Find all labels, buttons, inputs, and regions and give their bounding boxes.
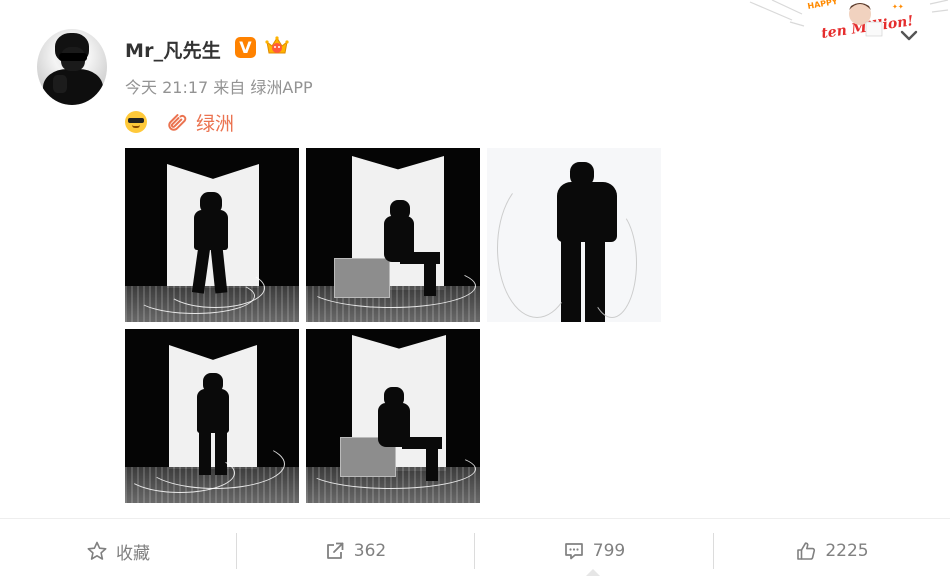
chevron-down-icon[interactable]: [899, 25, 919, 45]
share-icon: [326, 542, 344, 559]
avatar[interactable]: [37, 29, 107, 105]
post-image-2[interactable]: [306, 148, 480, 322]
avatar-body: [43, 69, 103, 105]
repost-button[interactable]: 362: [237, 536, 473, 566]
repost-count: 362: [353, 541, 387, 561]
member-crown-icon[interactable]: [264, 33, 290, 59]
avatar-sunglasses: [59, 53, 87, 61]
post-image-1[interactable]: [125, 148, 299, 322]
username[interactable]: Mr_凡先生: [125, 36, 221, 63]
post-image-5[interactable]: [306, 329, 480, 503]
post-meta: 今天 21:17 来自 绿洲APP: [125, 78, 313, 97]
thumbs-up-icon: [797, 542, 816, 560]
link-label: 绿洲: [196, 113, 235, 135]
avatar-hand: [53, 75, 67, 93]
post-image-3[interactable]: [487, 148, 661, 322]
like-count: 2225: [825, 541, 869, 561]
favorite-button[interactable]: 收藏: [0, 536, 236, 566]
happy-text: HAPPY: [807, 0, 839, 11]
post-image-4[interactable]: [125, 329, 299, 503]
comment-icon: [564, 543, 583, 560]
link-icon: [168, 113, 187, 131]
like-button[interactable]: 2225: [714, 536, 950, 566]
sunglasses-emoji-icon: [125, 111, 147, 133]
svg-text:✦✦: ✦✦: [892, 3, 904, 11]
action-bar-divider: [0, 518, 950, 519]
verified-badge[interactable]: V: [235, 37, 256, 58]
star-icon: [87, 541, 107, 560]
comment-button[interactable]: 799: [475, 536, 713, 566]
comment-count: 799: [592, 541, 626, 561]
favorite-label: 收藏: [116, 543, 150, 564]
weibo-post-card: Mr_凡先生 V 今天 21:17 来自 绿洲APP 绿洲 HAPPY ten …: [0, 0, 950, 576]
comment-caret: [586, 569, 600, 576]
oasis-link[interactable]: 绿洲: [168, 109, 234, 136]
